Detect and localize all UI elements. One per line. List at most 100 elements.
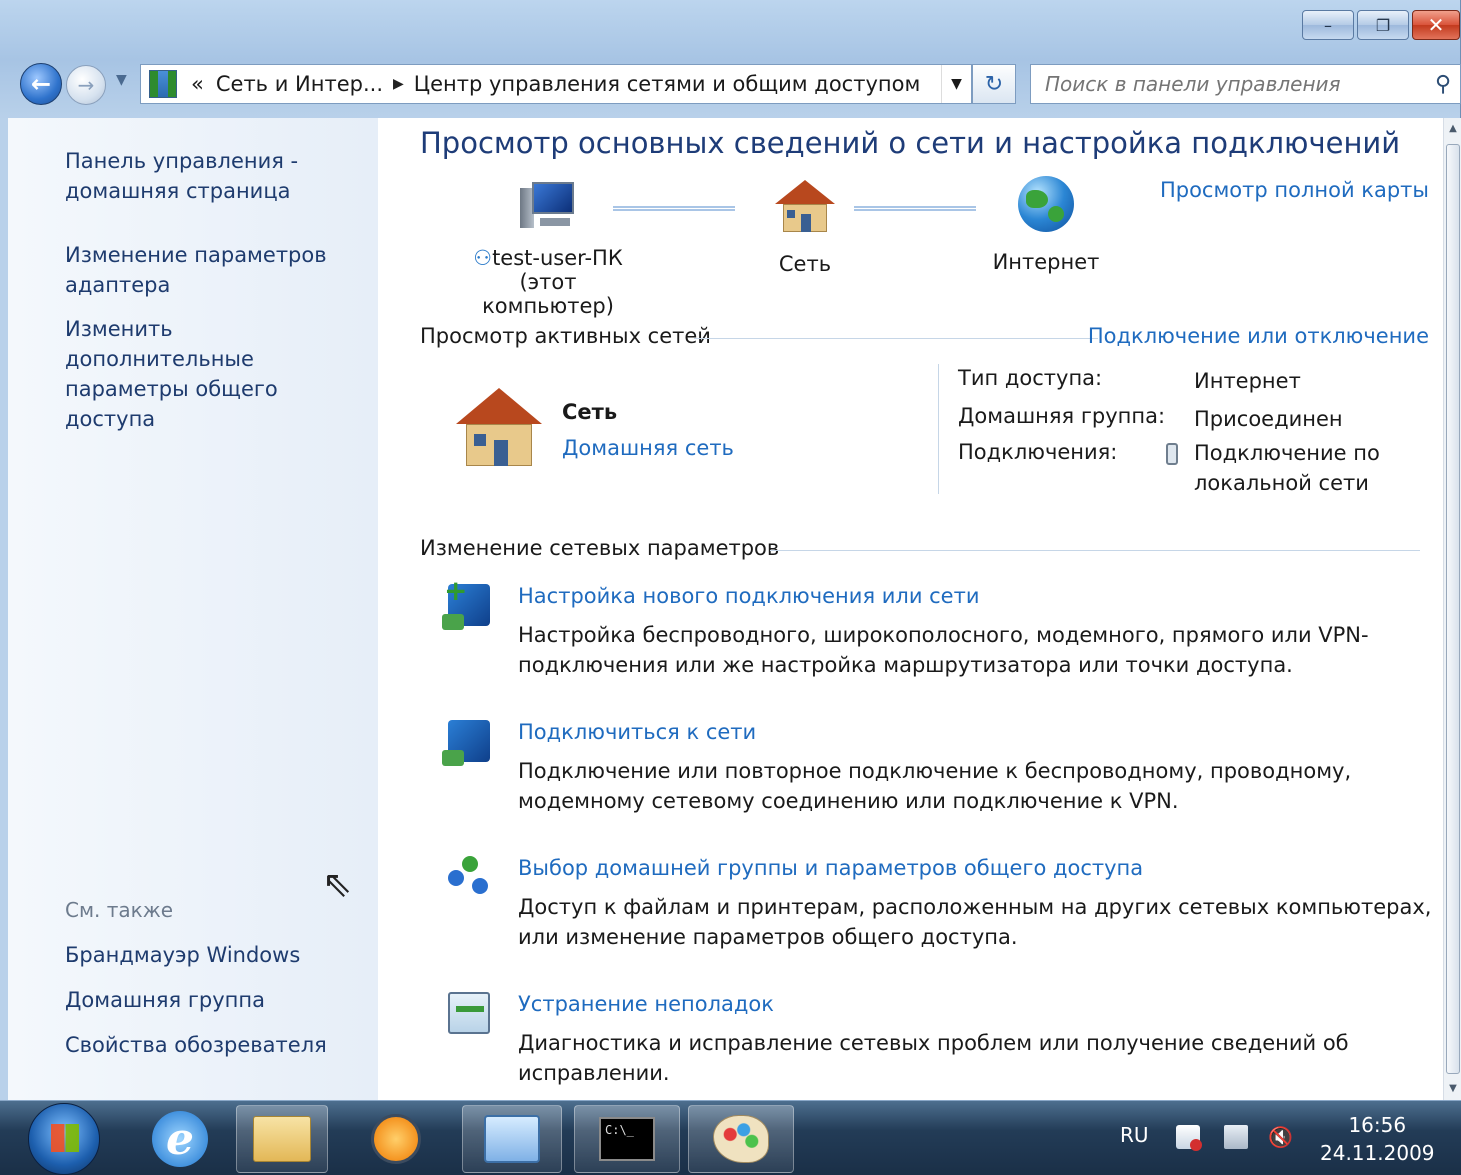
users-icon: ⚇	[473, 246, 493, 270]
computer-icon	[520, 180, 576, 228]
task-new-connection-link[interactable]: Настройка нового подключения или сети	[518, 584, 980, 608]
search-input[interactable]	[1031, 71, 1426, 97]
homegroup-icon	[448, 856, 492, 900]
forward-button[interactable]: →	[66, 65, 106, 105]
lan-connection-link[interactable]: Подключение по локальной сети	[1194, 438, 1414, 498]
task-troubleshoot-link[interactable]: Устранение неполадок	[518, 992, 774, 1016]
network-tray-icon[interactable]	[1224, 1125, 1248, 1149]
access-type-value: Интернет	[1194, 369, 1301, 393]
task-connect-network-link[interactable]: Подключиться к сети	[518, 720, 756, 744]
system-clock[interactable]: 16:56 24.11.2009	[1320, 1111, 1435, 1167]
map-connector	[613, 206, 735, 211]
see-also-heading: См. также	[65, 898, 174, 922]
section-divider	[770, 550, 1420, 551]
sidebar-link-firewall[interactable]: Брандмауэр Windows	[65, 940, 365, 970]
access-type-label: Тип доступа:	[958, 366, 1103, 390]
task-new-connection-desc: Настройка беспроводного, широкополосного…	[518, 623, 1369, 677]
sidebar-link-homegroup[interactable]: Домашняя группа	[65, 985, 365, 1015]
taskbar: e C:\_ RU 🔇 16:56 24.11.2009	[0, 1100, 1461, 1175]
map-node-computer: ⚇test-user-ПК (этот компьютер)	[458, 180, 638, 318]
address-dropdown-button[interactable]: ▼	[941, 65, 971, 103]
search-icon[interactable]: ⚲	[1426, 72, 1460, 97]
recent-pages-dropdown[interactable]: ▼	[116, 72, 127, 88]
volume-muted-icon[interactable]: 🔇	[1268, 1125, 1293, 1149]
map-node-network[interactable]: Сеть	[750, 180, 860, 276]
change-settings-heading: Изменение сетевых параметров	[420, 536, 780, 560]
taskbar-control-panel[interactable]	[462, 1105, 562, 1173]
taskbar-ie[interactable]: e	[140, 1105, 220, 1173]
new-connection-icon	[442, 574, 490, 630]
navigation-bar: ← → ▼ « Сеть и Интер... ▶ Центр управлен…	[0, 58, 1461, 108]
sidebar: Панель управления - домашняя страница Из…	[8, 118, 378, 1100]
refresh-button[interactable]: ↻	[972, 64, 1016, 104]
sidebar-link-cp-home[interactable]: Панель управления - домашняя страница	[65, 146, 365, 206]
scroll-thumb[interactable]	[1446, 144, 1460, 1074]
taskbar-paint[interactable]	[688, 1105, 794, 1173]
computer-sub: (этот компьютер)	[482, 270, 614, 318]
section-divider	[694, 338, 1098, 339]
task-connect-network: Подключиться к сети Подключение или повт…	[442, 720, 1448, 813]
address-bar[interactable]: « Сеть и Интер... ▶ Центр управления сет…	[140, 64, 972, 104]
breadcrumb-current[interactable]: Центр управления сетями и общим доступом	[408, 72, 927, 96]
task-homegroup-desc: Доступ к файлам и принтерам, расположенн…	[518, 895, 1432, 949]
search-box[interactable]: ⚲	[1030, 64, 1461, 104]
task-homegroup-sharing: Выбор домашней группы и параметров общег…	[448, 856, 1448, 949]
sidebar-link-adapter-settings[interactable]: Изменение параметров адаптера	[65, 240, 365, 300]
clock-time: 16:56	[1348, 1113, 1407, 1137]
home-network-icon	[775, 180, 835, 234]
window-controls: – ❐ ✕	[1299, 10, 1460, 40]
vertical-scrollbar[interactable]: ▲ ▼	[1443, 118, 1461, 1100]
page-title: Просмотр основных сведений о сети и наст…	[420, 126, 1401, 160]
folder-icon	[253, 1116, 311, 1162]
minimize-button[interactable]: –	[1302, 10, 1354, 40]
details-divider	[938, 364, 939, 494]
network-center-icon	[149, 70, 177, 98]
scroll-up-arrow-icon[interactable]: ▲	[1444, 118, 1461, 140]
globe-icon	[1018, 176, 1074, 232]
view-full-map-link[interactable]: Просмотр полной карты	[1160, 178, 1429, 202]
taskbar-cmd[interactable]: C:\_	[574, 1105, 680, 1173]
paint-icon	[713, 1115, 769, 1163]
clock-date: 24.11.2009	[1320, 1141, 1435, 1165]
active-networks-heading: Просмотр активных сетей	[420, 324, 711, 348]
task-troubleshoot: Устранение неполадок Диагностика и испра…	[448, 992, 1448, 1085]
home-network-large-icon	[456, 388, 542, 468]
map-network-label: Сеть	[778, 252, 832, 276]
scroll-down-arrow-icon[interactable]: ▼	[1444, 1078, 1461, 1100]
language-indicator[interactable]: RU	[1120, 1123, 1149, 1147]
content-area: Панель управления - домашняя страница Из…	[8, 118, 1461, 1100]
homegroup-link[interactable]: Присоединен	[1194, 404, 1343, 434]
start-button[interactable]	[28, 1103, 100, 1175]
breadcrumb-network-internet[interactable]: Сеть и Интер...	[210, 72, 389, 96]
ethernet-icon	[1166, 443, 1178, 465]
refresh-icon: ↻	[984, 71, 1004, 97]
maximize-button[interactable]: ❐	[1357, 10, 1409, 40]
connect-network-icon	[442, 720, 490, 766]
close-button[interactable]: ✕	[1412, 10, 1460, 40]
network-type-link[interactable]: Домашняя сеть	[562, 436, 734, 460]
task-homegroup-link[interactable]: Выбор домашней группы и параметров общег…	[518, 856, 1143, 880]
arrow-right-icon: →	[77, 73, 95, 97]
control-panel-window: – ❐ ✕ ← → ▼ « Сеть и Интер... ▶ Центр уп…	[0, 0, 1461, 1100]
taskbar-media-player[interactable]	[356, 1105, 436, 1173]
breadcrumb-overflow[interactable]: «	[185, 72, 210, 96]
task-new-connection: Настройка нового подключения или сети На…	[442, 574, 1448, 677]
breadcrumb-separator[interactable]: ▶	[389, 76, 408, 92]
map-node-internet[interactable]: Интернет	[982, 176, 1110, 274]
map-connector	[854, 206, 976, 211]
connections-label: Подключения:	[958, 440, 1118, 464]
arrow-left-icon: ←	[30, 70, 52, 98]
task-connect-network-desc: Подключение или повторное подключение к …	[518, 759, 1352, 813]
task-troubleshoot-desc: Диагностика и исправление сетевых пробле…	[518, 1031, 1349, 1085]
sidebar-link-advanced-sharing[interactable]: Изменить дополнительные параметры общего…	[65, 314, 365, 434]
connect-disconnect-link[interactable]: Подключение или отключение	[1088, 324, 1429, 348]
control-panel-icon	[484, 1115, 540, 1163]
active-network-name: Сеть	[562, 400, 618, 424]
warning-badge	[1190, 1139, 1202, 1151]
sidebar-link-internet-options[interactable]: Свойства обозревателя	[65, 1030, 365, 1060]
action-center-icon[interactable]	[1176, 1125, 1202, 1151]
taskbar-explorer[interactable]	[236, 1105, 328, 1173]
media-player-icon	[371, 1114, 421, 1164]
back-button[interactable]: ←	[20, 63, 62, 105]
command-prompt-icon: C:\_	[599, 1117, 655, 1161]
